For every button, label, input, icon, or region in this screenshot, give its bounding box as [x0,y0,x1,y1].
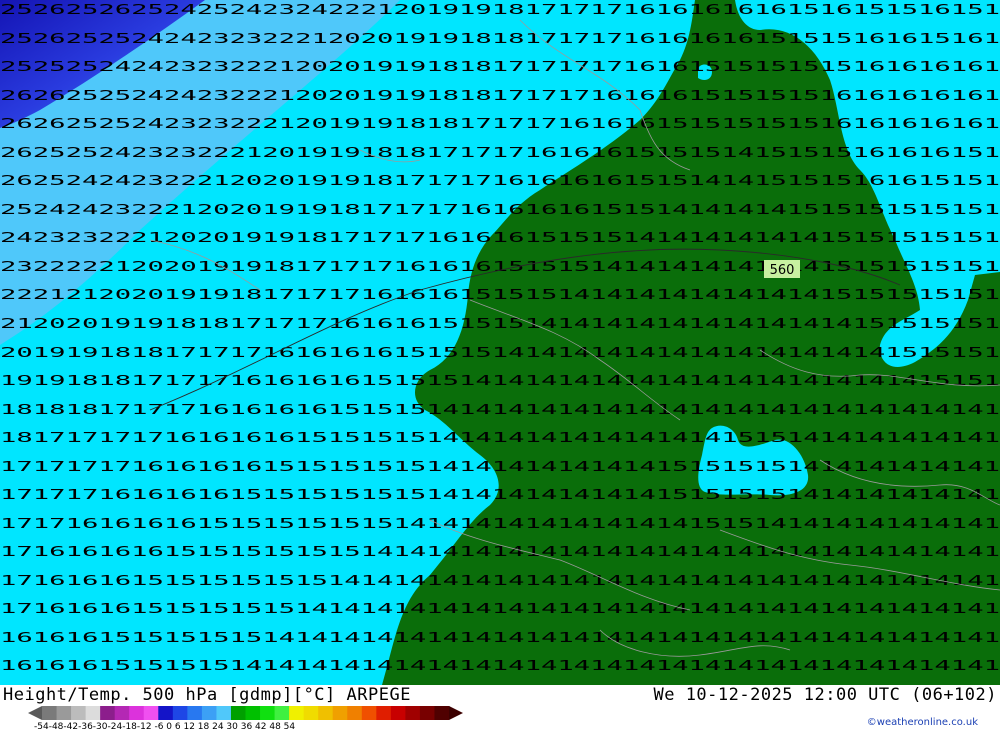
legend-swatch [56,706,72,720]
legend-swatch [347,706,363,720]
legend-swatch [376,706,392,720]
legend-swatch [114,706,130,720]
value-row: 1717171616161615151515151514141414141414… [0,488,1000,503]
value-row: 2120201919181817171716161615151514141414… [0,317,1000,332]
legend-swatch [260,706,276,720]
value-row: 2322222120201919181717171616161515151414… [0,260,1000,275]
value-row: 2525252424232322212020191918181717171716… [0,60,1000,75]
value-row: 2526252625242524232422212019191817171716… [0,3,1000,18]
legend-swatch [274,706,290,720]
value-row: 2625242423222120201919181717171616161615… [0,174,1000,189]
legend-ticks: -54-48-42-36-30-24-18-12 -6 0 6 12 18 24… [34,722,296,732]
legend-swatch [318,706,334,720]
value-row: 2019191818171717161616161515151414141414… [0,346,1000,361]
value-row: 1717171716161616151515151514141414141414… [0,460,1000,475]
legend-swatch [201,706,217,720]
legend-swatch [172,706,188,720]
value-row: 1817171717161616161515151514141414141414… [0,431,1000,446]
map-title: Height/Temp. 500 hPa [gdmp][°C] ARPEGE [3,685,411,705]
footer: Height/Temp. 500 hPa [gdmp][°C] ARPEGE W… [0,685,1000,733]
map-canvas: 2526252625242524232422212019191817171716… [0,0,1000,685]
credit-link[interactable]: ©weatheronline.co.uk [867,717,978,728]
legend-swatch [405,706,421,720]
value-row: 2526252524242323222120201919181817171716… [0,32,1000,47]
value-row: 2524242322212020191918171717161616161515… [0,203,1000,218]
legend-swatch [332,706,348,720]
value-row: 1818181717171616161615151514141414141414… [0,403,1000,418]
legend-swatch [390,706,406,720]
value-row: 1616161515151514141414141414141414141414… [0,659,1000,674]
legend-swatch [245,706,261,720]
legend-swatch [303,706,319,720]
contour-label: 560 [770,263,795,278]
map-datetime: We 10-12-2025 12:00 UTC (06+102) [653,685,997,705]
legend-arrow-right [449,706,463,720]
legend-arrow-left [28,706,42,720]
value-row: 2423232221202019191817171716161615151514… [0,231,1000,246]
legend-swatch [129,706,145,720]
legend-swatch [187,706,203,720]
value-row: 1717161616161515151515151414141414141414… [0,517,1000,532]
value-row: 1616161515151515141414141414141414141414… [0,631,1000,646]
legend-swatch [419,706,435,720]
legend-swatch [216,706,232,720]
value-row: 2625252423232221201919181817171716161615… [0,146,1000,161]
value-row: 2626252524232322212019191818171717161616… [0,117,1000,132]
legend-swatch [434,706,450,720]
legend-swatch [71,706,87,720]
color-legend [28,706,463,720]
legend-swatch [85,706,101,720]
weather-map: 2526252625242524232422212019191817171716… [0,0,1000,685]
value-row: 2626252524242322212020191918181717171616… [0,89,1000,104]
value-row: 1716161616151515151515141414141414141414… [0,545,1000,560]
legend-swatch [361,706,377,720]
value-row: 1716161615151515151514141414141414141414… [0,574,1000,589]
legend-swatch [42,706,58,720]
legend-swatch [289,706,305,720]
value-row: 1716161615151515151414141414141414141414… [0,602,1000,617]
value-row: 2221212020191918171717161616151515141414… [0,288,1000,303]
legend-swatch [158,706,174,720]
legend-swatch [100,706,116,720]
legend-swatch [230,706,246,720]
legend-swatch [143,706,159,720]
